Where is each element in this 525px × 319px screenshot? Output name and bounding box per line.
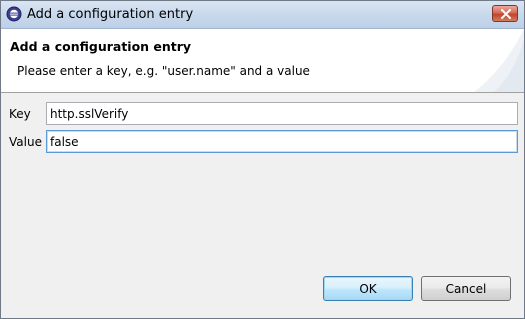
close-button[interactable] — [492, 5, 518, 22]
key-label: Key — [9, 107, 31, 121]
eclipse-app-icon — [6, 6, 22, 22]
header-banner: Add a configuration entry Please enter a… — [1, 29, 524, 93]
dialog-window: Add a configuration entry Add a configur… — [0, 0, 525, 319]
key-input[interactable] — [46, 102, 518, 125]
window-title: Add a configuration entry — [27, 7, 194, 22]
banner-decoration — [474, 29, 524, 92]
value-label: Value — [9, 135, 42, 149]
dialog-heading: Add a configuration entry — [10, 39, 192, 54]
value-input[interactable] — [46, 130, 518, 153]
ok-button[interactable]: OK — [323, 276, 413, 301]
dialog-message: Please enter a key, e.g. "user.name" and… — [17, 64, 310, 78]
cancel-button[interactable]: Cancel — [421, 276, 511, 301]
close-icon — [501, 9, 511, 19]
title-bar[interactable]: Add a configuration entry — [1, 1, 524, 29]
